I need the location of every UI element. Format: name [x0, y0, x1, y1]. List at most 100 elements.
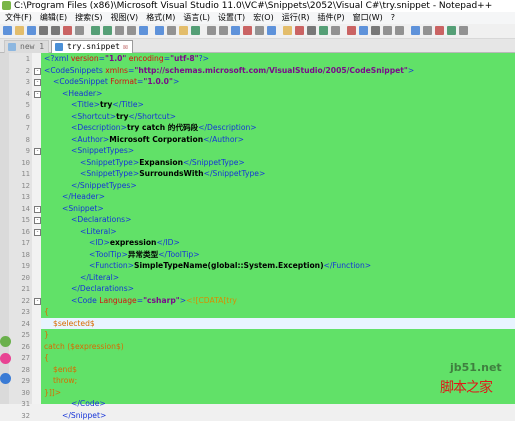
code-line[interactable]: 24$selected$: [0, 318, 515, 330]
abc-icon[interactable]: [435, 26, 444, 35]
code-line[interactable]: 4-<Header>: [0, 88, 515, 100]
menu-item[interactable]: 插件(P): [318, 13, 345, 22]
code-line[interactable]: 17<ID>expression</ID>: [0, 237, 515, 249]
undo-icon[interactable]: [127, 26, 136, 35]
code-line[interactable]: 19<Function>SimpleTypeName(global::Syste…: [0, 260, 515, 272]
code-line[interactable]: 32</Snippet>: [0, 410, 515, 421]
save-macro-icon[interactable]: [383, 26, 392, 35]
monitor-icon[interactable]: [319, 26, 328, 35]
menu-item[interactable]: 文件(F): [5, 13, 32, 22]
code-line[interactable]: 30}]]>: [0, 387, 515, 399]
title-bar: C:\Program Files (x86)\Microsoft Visual …: [0, 0, 515, 12]
menu-item[interactable]: 搜索(S): [75, 13, 102, 22]
doc-map-icon[interactable]: [283, 26, 292, 35]
panel-badge-icon[interactable]: [0, 336, 11, 347]
paste-icon[interactable]: [115, 26, 124, 35]
fold-toggle-icon[interactable]: -: [34, 298, 41, 305]
code-line[interactable]: 20</Literal>: [0, 272, 515, 284]
fold-toggle-icon[interactable]: -: [34, 91, 41, 98]
code-line[interactable]: 15-<Declarations>: [0, 214, 515, 226]
code-line[interactable]: 28$end$: [0, 364, 515, 376]
spell-check-icon[interactable]: [395, 26, 404, 35]
menu-item[interactable]: 设置(T): [218, 13, 245, 22]
fold-toggle-icon[interactable]: -: [34, 79, 41, 86]
run-macro-multiple-icon[interactable]: [371, 26, 380, 35]
code-line[interactable]: 8<Author>Microsoft Corporation</Author>: [0, 134, 515, 146]
menu-item[interactable]: ?: [391, 13, 395, 22]
line-number: 15: [9, 214, 30, 226]
fold-toggle-icon[interactable]: -: [34, 229, 41, 236]
fold-toggle-icon[interactable]: -: [34, 148, 41, 155]
code-line[interactable]: 12</SnippetTypes>: [0, 180, 515, 192]
code-editor[interactable]: 1<?xml version="1.0" encoding="utf-8"?>2…: [0, 53, 515, 404]
word-wrap-icon[interactable]: [231, 26, 240, 35]
code-line[interactable]: 26catch ($expression$): [0, 341, 515, 353]
function-list-icon[interactable]: [295, 26, 304, 35]
compare-icon[interactable]: [423, 26, 432, 35]
print-icon[interactable]: [75, 26, 84, 35]
code-line[interactable]: 3-<CodeSnippet Format="1.0.0">: [0, 76, 515, 88]
token-val: "csharp": [143, 296, 180, 305]
close-icon[interactable]: ☒: [123, 42, 128, 51]
redo-icon[interactable]: [139, 26, 148, 35]
plugin-icon[interactable]: [411, 26, 420, 35]
code-line[interactable]: 14-<Snippet>: [0, 203, 515, 215]
menu-item[interactable]: 编辑(E): [40, 13, 67, 22]
code-line[interactable]: 13</Header>: [0, 191, 515, 203]
code-line[interactable]: 18<ToolTip>异常类型</ToolTip>: [0, 249, 515, 261]
tab-new-1[interactable]: new 1: [4, 40, 49, 53]
menu-item[interactable]: 宏(O): [253, 13, 274, 22]
code-line[interactable]: 2-<CodeSnippets xmlns="http://schemas.mi…: [0, 65, 515, 77]
code-line[interactable]: 23{: [0, 306, 515, 318]
code-line[interactable]: 10<SnippetType>Expansion</SnippetType>: [0, 157, 515, 169]
menu-item[interactable]: 语言(L): [183, 13, 210, 22]
save-icon[interactable]: [27, 26, 36, 35]
settings-icon[interactable]: [459, 26, 468, 35]
find-icon[interactable]: [155, 26, 164, 35]
cut-icon[interactable]: [91, 26, 100, 35]
open-folder-icon[interactable]: [15, 26, 24, 35]
close-icon[interactable]: [51, 26, 60, 35]
fold-toggle-icon[interactable]: -: [34, 217, 41, 224]
line-number: 22: [9, 295, 30, 307]
copy-icon[interactable]: [103, 26, 112, 35]
code-line[interactable]: 27{: [0, 352, 515, 364]
replace-icon[interactable]: [167, 26, 176, 35]
code-line[interactable]: 16-<Literal>: [0, 226, 515, 238]
close-all-icon[interactable]: [63, 26, 72, 35]
code-line[interactable]: 6<Shortcut>try</Shortcut>: [0, 111, 515, 123]
folder-workspace-icon[interactable]: [307, 26, 316, 35]
save-all-icon[interactable]: [39, 26, 48, 35]
udl-icon[interactable]: [267, 26, 276, 35]
code-line[interactable]: 5<Title>try</Title>: [0, 99, 515, 111]
menu-item[interactable]: 运行(R): [282, 13, 310, 22]
code-line[interactable]: 11<SnippetType>SurroundsWith</SnippetTyp…: [0, 168, 515, 180]
fold-toggle-icon[interactable]: -: [34, 206, 41, 213]
zoom-in-icon[interactable]: [179, 26, 188, 35]
sync-vertical-icon[interactable]: [207, 26, 216, 35]
new-file-icon[interactable]: [3, 26, 12, 35]
lock-icon[interactable]: [447, 26, 456, 35]
code-line[interactable]: 9-<SnippetTypes>: [0, 145, 515, 157]
play-macro-icon[interactable]: [359, 26, 368, 35]
sync-horizontal-icon[interactable]: [219, 26, 228, 35]
code-line[interactable]: 1<?xml version="1.0" encoding="utf-8"?>: [0, 53, 515, 65]
token-text: try: [100, 100, 112, 109]
code-line[interactable]: 29throw;: [0, 375, 515, 387]
indent-guide-icon[interactable]: [255, 26, 264, 35]
tab-try-snippet[interactable]: try.snippet☒: [51, 40, 133, 53]
code-line[interactable]: 22-<Code Language="csharp"><![CDATA[try: [0, 295, 515, 307]
menu-item[interactable]: 视图(V): [110, 13, 138, 22]
zoom-out-icon[interactable]: [191, 26, 200, 35]
code-line[interactable]: 21</Declarations>: [0, 283, 515, 295]
fold-toggle-icon[interactable]: -: [34, 68, 41, 75]
menu-item[interactable]: 格式(M): [146, 13, 175, 22]
record-macro-icon[interactable]: [331, 26, 340, 35]
stop-macro-icon[interactable]: [347, 26, 356, 35]
code-line[interactable]: 7<Description>try catch 的代码段</Descriptio…: [0, 122, 515, 134]
panel-pin-icon[interactable]: [0, 353, 11, 364]
code-line[interactable]: 25}: [0, 329, 515, 341]
panel-info-icon[interactable]: [0, 373, 11, 384]
show-all-chars-icon[interactable]: [243, 26, 252, 35]
menu-item[interactable]: 窗口(W): [353, 13, 383, 22]
